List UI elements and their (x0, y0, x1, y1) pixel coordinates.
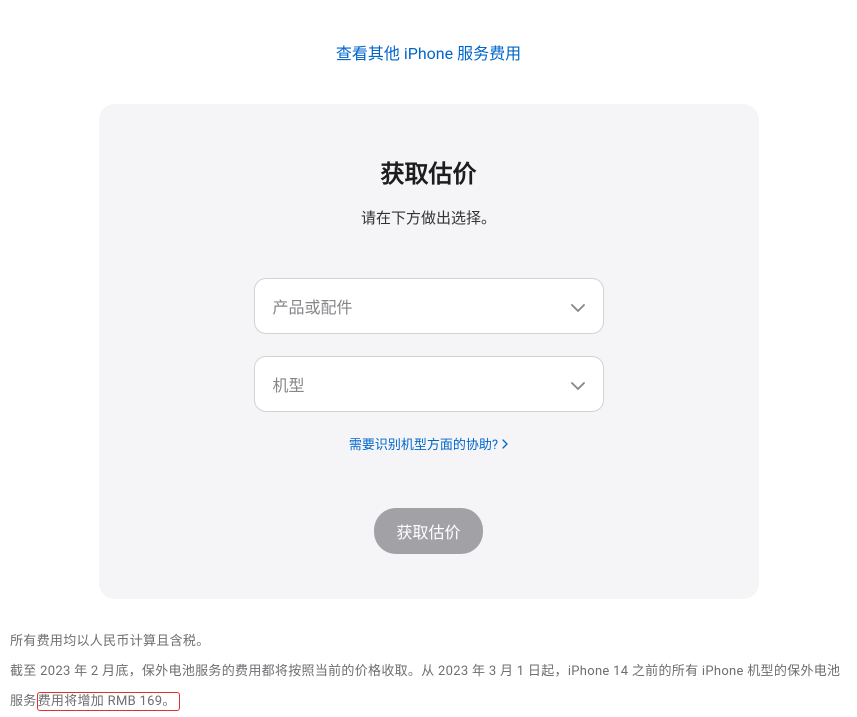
price-increase-highlight: 费用将增加 RMB 169。 (37, 692, 180, 711)
product-select[interactable]: 产品或配件 (254, 278, 604, 334)
chevron-right-icon (502, 439, 508, 449)
chevron-down-icon (571, 375, 585, 394)
chevron-down-icon (571, 297, 585, 316)
estimate-card: 获取估价 请在下方做出选择。 产品或配件 机型 (99, 104, 759, 599)
footer-line-1: 所有费用均以人民币计算且含税。 (10, 627, 847, 657)
identify-model-help-link[interactable]: 需要识别机型方面的协助? (139, 434, 719, 453)
model-select[interactable]: 机型 (254, 356, 604, 412)
card-title: 获取估价 (139, 154, 719, 189)
product-select-placeholder: 产品或配件 (273, 294, 353, 318)
card-subtitle: 请在下方做出选择。 (139, 207, 719, 228)
model-select-placeholder: 机型 (273, 372, 305, 396)
footer-notes: 所有费用均以人民币计算且含税。 截至 2023 年 2 月底，保外电池服务的费用… (0, 599, 857, 717)
view-other-fees-link[interactable]: 查看其他 iPhone 服务费用 (0, 40, 857, 64)
help-link-label: 需要识别机型方面的协助? (349, 434, 498, 453)
get-estimate-button[interactable]: 获取估价 (374, 508, 482, 554)
footer-line-2: 截至 2023 年 2 月底，保外电池服务的费用都将按照当前的价格收取。从 20… (10, 657, 847, 717)
